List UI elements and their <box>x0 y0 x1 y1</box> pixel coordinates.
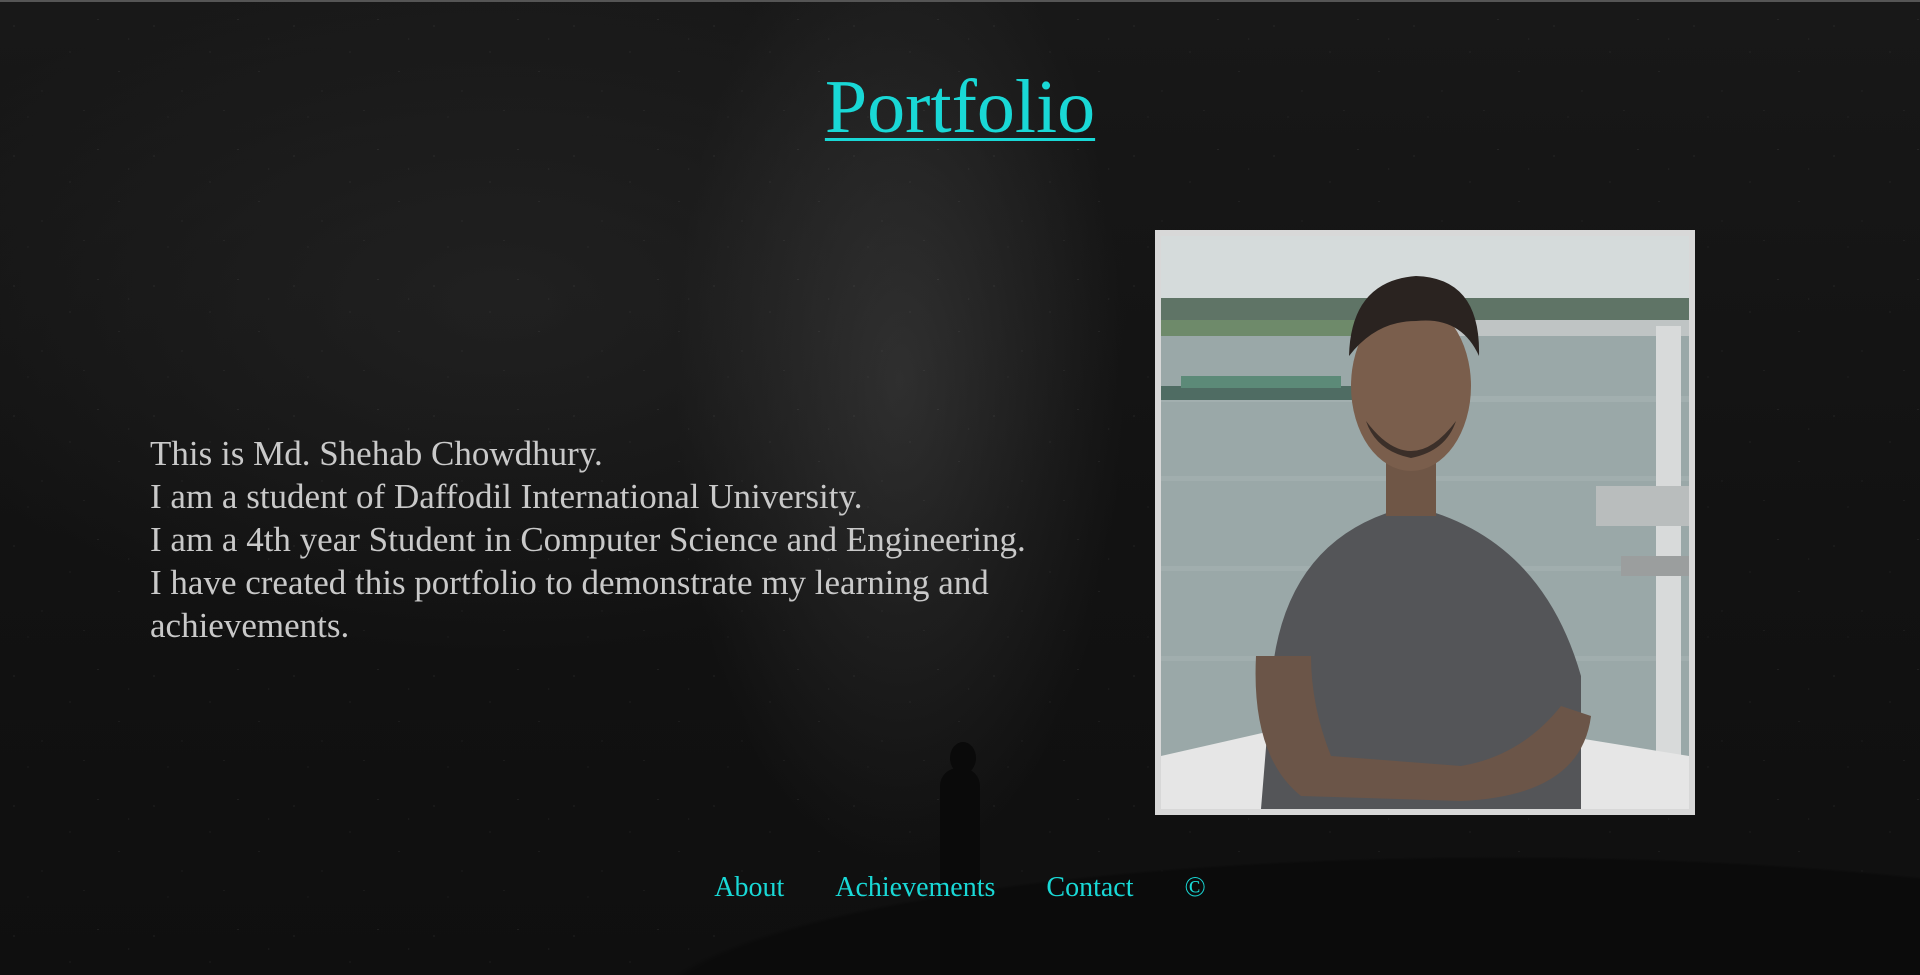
profile-photo <box>1155 230 1695 815</box>
portfolio-title-link[interactable]: Portfolio <box>825 65 1095 149</box>
copyright-link[interactable]: © <box>1184 872 1205 903</box>
nav-link-contact[interactable]: Contact <box>1046 872 1133 903</box>
nav-link-about[interactable]: About <box>714 872 784 903</box>
intro-line: This is Md. Shehab Chowdhury. <box>150 434 603 473</box>
person-silhouette <box>940 742 980 975</box>
intro-line: I am a student of Daffodil International… <box>150 477 863 516</box>
intro-line: I am a 4th year Student in Computer Scie… <box>150 520 1026 559</box>
intro-line: I have created this portfolio to demonst… <box>150 563 989 645</box>
nav-link-achievements[interactable]: Achievements <box>835 872 995 903</box>
page: Portfolio This is Md. Shehab Chowdhury. … <box>0 0 1920 975</box>
footer-nav: About Achievements Contact © <box>0 868 1920 908</box>
page-title: Portfolio <box>0 62 1920 152</box>
intro-text: This is Md. Shehab Chowdhury. I am a stu… <box>150 432 1110 647</box>
profile-photo-image <box>1161 236 1689 809</box>
